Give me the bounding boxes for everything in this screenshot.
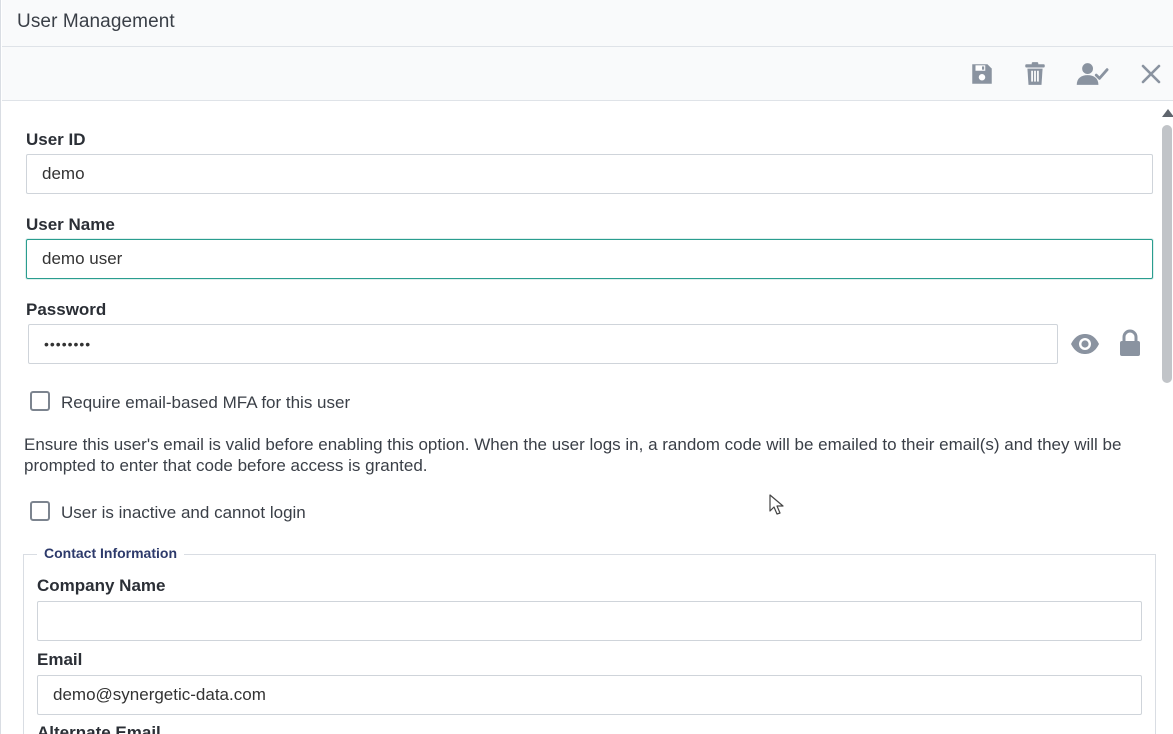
user-name-label: User Name	[26, 215, 115, 234]
vertical-scrollbar[interactable]	[1160, 101, 1173, 734]
inactive-checkbox-label: User is inactive and cannot login	[61, 503, 306, 522]
email-field[interactable]	[37, 675, 1142, 715]
user-management-window: User Management User ID demo User Name d…	[0, 0, 1173, 734]
password-field[interactable]	[28, 324, 1058, 364]
contact-information-legend: Contact Information	[37, 545, 184, 561]
scroll-up-arrow-icon[interactable]	[1162, 109, 1173, 117]
user-id-field[interactable]	[26, 154, 1153, 194]
mouse-pointer-icon	[769, 494, 785, 521]
alternate-email-label: Alternate Email	[37, 723, 161, 734]
toolbar	[2, 47, 1173, 101]
mfa-checkbox-label: Require email-based MFA for this user	[61, 393, 351, 412]
user-id-label: User ID	[26, 130, 86, 149]
scrollbar-thumb[interactable]	[1162, 125, 1172, 383]
lock-icon[interactable]	[1117, 328, 1143, 358]
save-icon[interactable]	[967, 59, 997, 89]
inactive-checkbox[interactable]	[30, 501, 50, 521]
password-label: Password	[26, 300, 107, 319]
trash-icon[interactable]	[1020, 59, 1050, 89]
close-icon[interactable]	[1136, 59, 1166, 89]
email-label: Email	[37, 650, 83, 669]
mfa-help-text: Ensure this user's email is valid before…	[24, 435, 1122, 475]
form-content: User ID User Name Password Require email…	[2, 101, 1160, 734]
company-name-field[interactable]	[37, 601, 1142, 641]
title-bar: User Management	[2, 0, 1173, 47]
company-name-label: Company Name	[37, 576, 166, 595]
eye-icon[interactable]	[1069, 330, 1101, 358]
user-name-field[interactable]	[26, 239, 1153, 279]
window-title: User Management	[17, 11, 175, 32]
user-check-icon[interactable]	[1075, 59, 1111, 89]
mfa-checkbox[interactable]	[30, 391, 50, 411]
